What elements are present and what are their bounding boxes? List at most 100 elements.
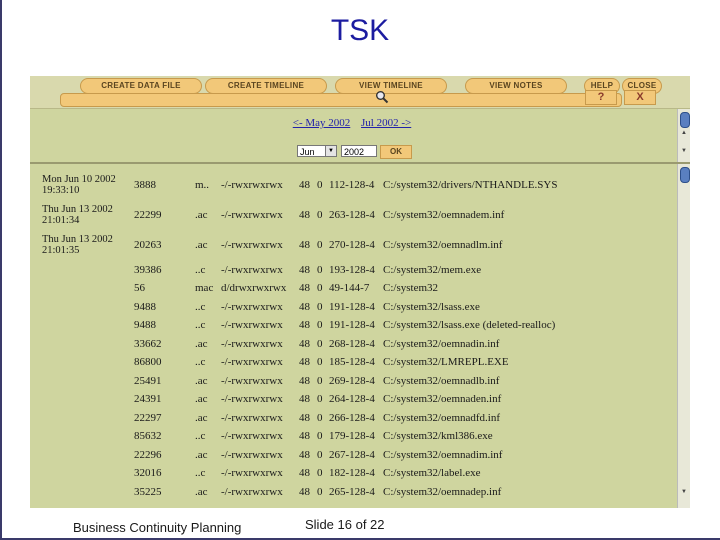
next-month-link[interactable]: Jul 2002 -> [361, 117, 411, 129]
scroll-up-arrow-icon[interactable]: ▲ [678, 129, 690, 137]
timeline-row: 33662 .ac -/-rwxrwxrwx 48 0 268-128-4 C:/syste… [30, 338, 678, 354]
scroll-down-arrow-icon[interactable]: ▼ [678, 488, 690, 496]
inode: 193-128-4 [329, 264, 375, 276]
scroll-down-arrow-icon[interactable]: ▼ [678, 147, 690, 155]
timestamp-time: 21:01:35 [42, 245, 80, 256]
mac-flags: ..c [195, 264, 206, 276]
uid: 48 [299, 319, 310, 331]
uid: 48 [299, 239, 310, 251]
file-size: 35225 [134, 486, 162, 498]
timeline-list-frame: Mon Jun 10 2002 19:33:10 3888 m.. -/-rwxrwxr… [30, 164, 690, 508]
gid: 0 [317, 209, 323, 221]
file-size: 33662 [134, 338, 162, 350]
permissions: -/-rwxrwxrwx [221, 430, 283, 442]
file-path: C:/system32/mem.exe [383, 264, 482, 276]
timeline-row: Thu Jun 13 2002 21:01:35 20263 .ac -/-rwxrwx… [30, 234, 678, 256]
mac-flags: .ac [195, 449, 208, 461]
month-navigation-frame: <- May 2002 Jul 2002 -> Jun ▼ 2002 OK ▲ … [30, 109, 690, 164]
uid: 48 [299, 467, 310, 479]
permissions: -/-rwxrwxrwx [221, 264, 283, 276]
file-path: C:/system32/oemnadfd.inf [383, 412, 501, 424]
permissions: -/-rwxrwxrwx [221, 375, 283, 387]
view-timeline-button[interactable]: VIEW TIMELINE [335, 78, 447, 94]
mac-flags: .ac [195, 239, 208, 251]
timestamp-date: Mon Jun 10 2002 [42, 174, 116, 185]
timeline-row: 22296 .ac -/-rwxrwxrwx 48 0 267-128-4 C:/syste… [30, 449, 678, 465]
file-size: 25491 [134, 375, 162, 387]
file-path: C:/system32/kml386.exe [383, 430, 493, 442]
file-size: 86800 [134, 356, 162, 368]
autopsy-window: CREATE DATA FILE CREATE TIMELINE VIEW TI… [30, 76, 690, 508]
timeline-row: 86800 ..c -/-rwxrwxrwx 48 0 185-128-4 C:/syste… [30, 356, 678, 372]
inode: 191-128-4 [329, 319, 375, 331]
month-select-value: Jun [300, 147, 315, 157]
list-scrollbar[interactable]: ▼ [677, 164, 690, 508]
gid: 0 [317, 179, 323, 191]
mac-flags: .ac [195, 412, 208, 424]
mac-flags: .ac [195, 209, 208, 221]
mac-flags: mac [195, 282, 214, 294]
timeline-row: 32016 ..c -/-rwxrwxrwx 48 0 182-128-4 C:/syste… [30, 467, 678, 483]
year-input[interactable]: 2002 [341, 145, 377, 157]
gid: 0 [317, 356, 323, 368]
file-size: 20263 [134, 239, 162, 251]
file-path: C:/system32/oemnadin.inf [383, 338, 500, 350]
inode: 191-128-4 [329, 301, 375, 313]
list-scroll-thumb[interactable] [680, 167, 690, 183]
uid: 48 [299, 301, 310, 313]
uid: 48 [299, 486, 310, 498]
gid: 0 [317, 375, 323, 387]
file-path: C:/system32/oemnadlm.inf [383, 239, 503, 251]
inode: 182-128-4 [329, 467, 375, 479]
file-size: 9488 [134, 301, 156, 313]
inode: 269-128-4 [329, 375, 375, 387]
file-path: C:/system32 [383, 282, 439, 294]
file-path: C:/system32/oemnadep.inf [383, 486, 502, 498]
timestamp-date: Thu Jun 13 2002 [42, 234, 113, 245]
ok-button[interactable]: OK [380, 145, 412, 159]
inode: 267-128-4 [329, 449, 375, 461]
inode: 266-128-4 [329, 412, 375, 424]
mac-flags: .ac [195, 375, 208, 387]
timeline-row: 35225 .ac -/-rwxrwxrwx 48 0 265-128-4 C:/syste… [30, 486, 678, 502]
timestamp: Mon Jun 10 2002 19:33:10 [42, 174, 116, 196]
timestamp-date: Thu Jun 13 2002 [42, 204, 113, 215]
close-icon[interactable]: X [624, 90, 656, 105]
inode: 270-128-4 [329, 239, 375, 251]
nav-scrollbar[interactable]: ▲ ▼ [677, 109, 690, 162]
permissions: -/-rwxrwxrwx [221, 209, 283, 221]
timeline-row: 9488 ..c -/-rwxrwxrwx 48 0 191-128-4 C:/system… [30, 301, 678, 317]
inode: 268-128-4 [329, 338, 375, 350]
help-icon[interactable]: ? [585, 90, 617, 105]
file-size: 3888 [134, 179, 156, 191]
gid: 0 [317, 239, 323, 251]
slide-title: TSK [330, 14, 390, 47]
footer-slide-number: Slide 16 of 22 [305, 517, 385, 532]
previous-month-link[interactable]: <- May 2002 [293, 117, 351, 129]
uid: 48 [299, 449, 310, 461]
chevron-down-icon: ▼ [325, 146, 336, 156]
toolbar-lower-bar [60, 93, 622, 107]
nav-scroll-thumb[interactable] [680, 112, 690, 128]
gid: 0 [317, 264, 323, 276]
mac-flags: m.. [195, 179, 210, 191]
month-links: <- May 2002 Jul 2002 -> [30, 117, 674, 129]
create-timeline-button[interactable]: CREATE TIMELINE [205, 78, 327, 94]
uid: 48 [299, 430, 310, 442]
mac-flags: .ac [195, 393, 208, 405]
month-select[interactable]: Jun ▼ [297, 145, 337, 157]
timeline-row: 39386 ..c -/-rwxrwxrwx 48 0 193-128-4 C:/syste… [30, 264, 678, 280]
view-notes-button[interactable]: VIEW NOTES [465, 78, 567, 94]
create-data-file-button[interactable]: CREATE DATA FILE [80, 78, 202, 94]
file-path: C:/system32/label.exe [383, 467, 481, 479]
gid: 0 [317, 467, 323, 479]
permissions: -/-rwxrwxrwx [221, 338, 283, 350]
uid: 48 [299, 282, 310, 294]
inode: 265-128-4 [329, 486, 375, 498]
permissions: -/-rwxrwxrwx [221, 467, 283, 479]
magnifier-icon [376, 91, 389, 104]
gid: 0 [317, 449, 323, 461]
timeline-row: 24391 .ac -/-rwxrwxrwx 48 0 264-128-4 C:/syste… [30, 393, 678, 409]
toolbar: CREATE DATA FILE CREATE TIMELINE VIEW TI… [30, 76, 690, 109]
mac-flags: ..c [195, 356, 206, 368]
